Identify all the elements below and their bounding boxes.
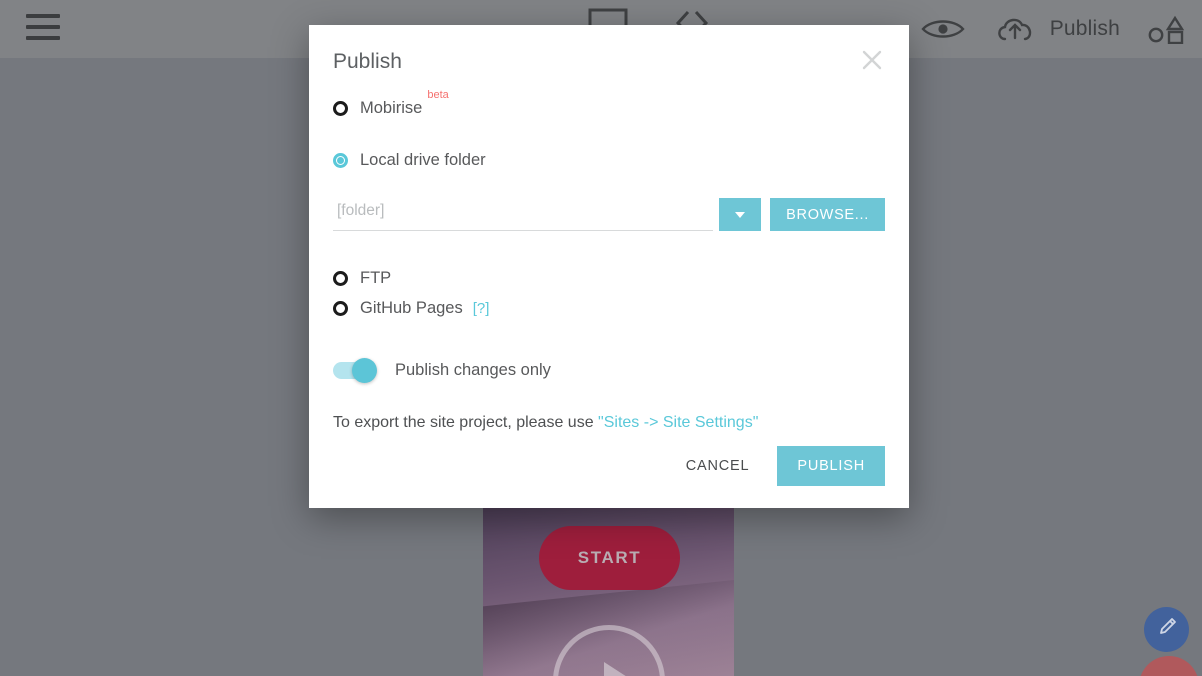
beta-badge: beta xyxy=(427,89,449,101)
cancel-button[interactable]: CANCEL xyxy=(672,448,764,484)
option-row-ftp[interactable]: FTP xyxy=(333,263,885,293)
export-note-text: To export the site project, please use xyxy=(333,414,599,431)
option-label-ftp: FTP xyxy=(360,268,392,287)
export-note: To export the site project, please use "… xyxy=(333,414,885,432)
toggle-knob xyxy=(352,358,377,383)
folder-picker-row: BROWSE... xyxy=(333,195,885,231)
option-row-github-pages[interactable]: GitHub Pages [?] xyxy=(333,293,885,323)
publish-dialog: Publish Mobirise beta Local drive folder… xyxy=(309,25,909,508)
publish-button[interactable]: PUBLISH xyxy=(777,446,885,486)
close-x-icon xyxy=(858,46,886,79)
publish-changes-only-row[interactable]: Publish changes only xyxy=(333,358,885,383)
option-row-mobirise[interactable]: Mobirise beta xyxy=(333,89,885,123)
dialog-body: Mobirise beta Local drive folder BROWSE.… xyxy=(333,89,885,432)
chevron-down-icon xyxy=(735,211,746,218)
modal-overlay: Publish Mobirise beta Local drive folder… xyxy=(0,0,1202,676)
publish-changes-only-label: Publish changes only xyxy=(395,361,551,379)
dialog-title: Publish xyxy=(333,50,402,73)
close-button[interactable] xyxy=(851,41,893,83)
radio-ftp[interactable] xyxy=(333,270,348,286)
option-row-local-drive[interactable]: Local drive folder xyxy=(333,145,885,175)
site-settings-link[interactable]: "Sites -> Site Settings" xyxy=(598,414,758,431)
publish-changes-only-toggle[interactable] xyxy=(333,358,377,383)
dialog-actions: CANCEL PUBLISH xyxy=(672,446,885,486)
radio-mobirise[interactable] xyxy=(333,100,348,116)
option-label-github-pages: GitHub Pages xyxy=(360,298,463,317)
browse-button[interactable]: BROWSE... xyxy=(770,198,885,231)
option-label-mobirise: Mobirise xyxy=(360,98,423,117)
radio-local-drive[interactable] xyxy=(333,152,348,168)
folder-path-input[interactable] xyxy=(333,197,714,231)
github-pages-help-link[interactable]: [?] xyxy=(473,300,490,317)
app-window: Publish START Publish Mobirise beta Loca… xyxy=(0,0,1202,676)
option-label-local-drive: Local drive folder xyxy=(360,150,486,169)
radio-github-pages[interactable] xyxy=(333,300,348,316)
folder-history-dropdown-button[interactable] xyxy=(719,198,762,231)
